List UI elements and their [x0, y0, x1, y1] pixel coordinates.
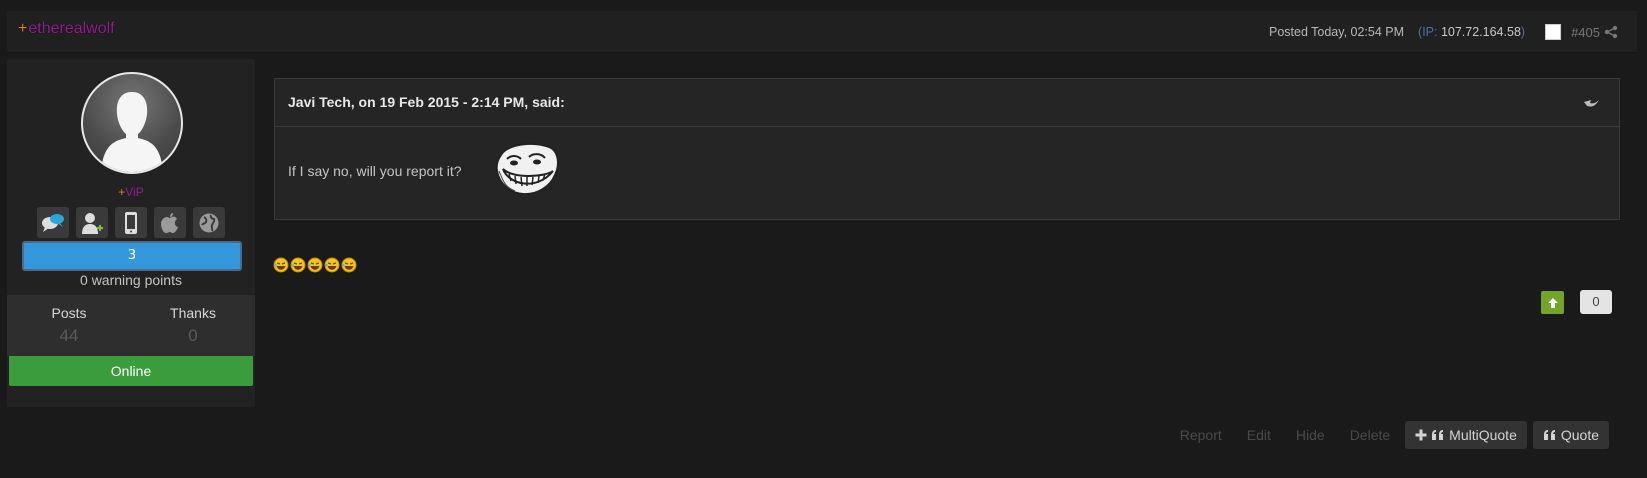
quote-label: Quote — [1560, 427, 1599, 443]
share-icon[interactable] — [1604, 25, 1618, 39]
post-content — [273, 257, 358, 273]
post-header: +etherealwolf Posted Today, 02:54 PM (IP… — [7, 11, 1637, 53]
apple-icon[interactable] — [154, 207, 186, 238]
post-number-link[interactable]: #405 — [1571, 25, 1600, 40]
hide-link[interactable]: Hide — [1296, 427, 1325, 443]
post-controls: Report Edit Hide Delete MultiQuote Quote — [1155, 421, 1609, 449]
trollface-emoticon-icon — [493, 141, 561, 201]
stat-posts: Posts 44 — [7, 295, 131, 356]
laughing-emoji-icon — [273, 257, 357, 273]
profile-icons — [37, 207, 225, 238]
like-button[interactable] — [1541, 291, 1564, 314]
blockquote: Javi Tech, on 19 Feb 2015 - 2:14 PM, sai… — [274, 78, 1620, 220]
stat-label: Thanks — [170, 305, 216, 321]
stat-value: 0 — [188, 326, 198, 345]
quote-header: Javi Tech, on 19 Feb 2015 - 2:14 PM, sai… — [275, 79, 1619, 127]
avatar[interactable] — [81, 72, 183, 174]
author-sidebar: +ViP 3 0 warning points Posts 44 Thanks … — [7, 59, 255, 407]
default-avatar-icon — [101, 92, 163, 172]
author-name-link[interactable]: +etherealwolf — [18, 20, 115, 38]
stat-value: 44 — [59, 326, 79, 345]
edit-link[interactable]: Edit — [1247, 427, 1271, 443]
warning-level-bar[interactable]: 3 — [22, 241, 242, 271]
mobile-icon[interactable] — [115, 207, 147, 238]
ip-close: ) — [1520, 25, 1526, 39]
quote-text: If I say no, will you report it? — [288, 163, 462, 179]
quote-citation[interactable]: Javi Tech, on 19 Feb 2015 - 2:14 PM, sai… — [288, 94, 565, 110]
quote-body: If I say no, will you report it? — [275, 127, 1619, 219]
author-prefix: + — [18, 20, 28, 37]
delete-link[interactable]: Delete — [1350, 427, 1390, 443]
stat-thanks: Thanks 0 — [131, 295, 255, 356]
posted-date: Posted Today, 02:54 PM — [1268, 25, 1405, 39]
multiquote-label: MultiQuote — [1449, 427, 1517, 443]
author-name: etherealwolf — [28, 20, 115, 37]
warning-points: 0 warning points — [80, 272, 182, 288]
report-link[interactable]: Report — [1180, 427, 1222, 443]
messages-icon[interactable] — [37, 207, 69, 238]
member-rank: +ViP — [7, 185, 255, 199]
ip-open: (IP: — [1418, 25, 1441, 39]
author-stats: Posts 44 Thanks 0 — [7, 295, 255, 356]
ip-address[interactable]: 107.72.164.58 — [1441, 25, 1521, 39]
globe-icon[interactable] — [193, 207, 225, 238]
add-friend-icon[interactable] — [76, 207, 108, 238]
stat-label: Posts — [51, 305, 87, 321]
quote-marks-icon — [1432, 430, 1444, 440]
quote-button[interactable]: Quote — [1532, 421, 1609, 449]
ip-info: (IP: 107.72.164.58) — [1418, 25, 1525, 39]
collapse-quote-icon[interactable] — [1583, 94, 1601, 113]
reputation-count[interactable]: 0 — [1580, 290, 1612, 314]
post-meta: Posted Today, 02:54 PM (IP: 107.72.164.5… — [1269, 24, 1618, 40]
moderate-checkbox[interactable] — [1545, 24, 1562, 40]
plus-icon — [1415, 429, 1427, 441]
arrow-up-icon — [1547, 297, 1558, 308]
multiquote-button[interactable]: MultiQuote — [1405, 421, 1527, 449]
quote-marks-icon — [1543, 430, 1555, 440]
rank-label: ViP — [125, 185, 144, 199]
online-status-badge: Online — [9, 356, 253, 386]
